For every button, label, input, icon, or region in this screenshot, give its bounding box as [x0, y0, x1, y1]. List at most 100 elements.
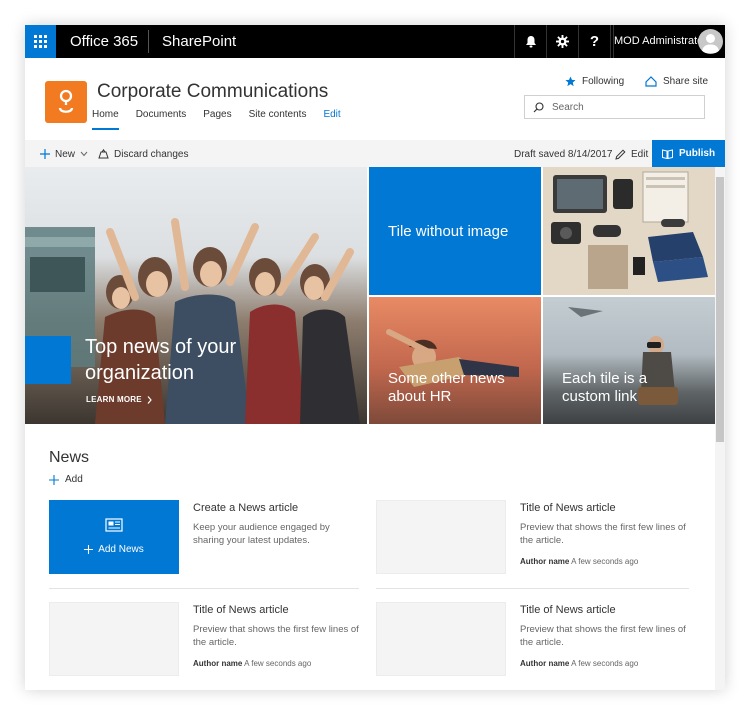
- news-article-preview: Preview that shows the first few lines o…: [193, 624, 359, 648]
- discard-label: Discard changes: [114, 148, 189, 160]
- suite-divider: [148, 30, 149, 53]
- following-button[interactable]: Following: [565, 76, 624, 87]
- page-scrollbar[interactable]: [715, 167, 725, 690]
- star-icon: [565, 76, 576, 87]
- plus-icon: [40, 149, 50, 159]
- news-article-title[interactable]: Title of News article: [520, 502, 690, 514]
- news-article-title[interactable]: Title of News article: [520, 604, 690, 616]
- nav-site-contents[interactable]: Site contents: [249, 107, 307, 127]
- add-label: Add: [65, 474, 83, 485]
- share-site-label: Share site: [663, 76, 709, 87]
- create-news-text: Create a News article Keep your audience…: [193, 502, 363, 547]
- command-bar: New Discard changes Draft saved 8/14/201…: [25, 140, 725, 168]
- avatar[interactable]: [698, 29, 723, 54]
- sharepoint-window: Office 365 SharePoint ? MOD Administrato…: [25, 25, 725, 690]
- create-news-heading[interactable]: Create a News article: [193, 502, 363, 514]
- learn-more-link[interactable]: LEARN MORE: [86, 395, 152, 404]
- book-icon: [661, 148, 673, 159]
- sharepoint-link[interactable]: SharePoint: [162, 25, 236, 58]
- news-article-card[interactable]: Title of News article Preview that shows…: [49, 602, 359, 682]
- new-button[interactable]: New: [40, 140, 88, 168]
- plus-icon: [49, 474, 59, 485]
- discard-changes-button[interactable]: Discard changes: [98, 140, 188, 168]
- news-thumbnail-placeholder: [376, 500, 506, 574]
- chevron-down-icon: [80, 151, 88, 157]
- learn-more-label: LEARN MORE: [86, 395, 142, 404]
- add-news-tile[interactable]: Add News: [49, 500, 179, 574]
- news-article-card[interactable]: Title of News article Preview that shows…: [376, 602, 686, 682]
- add-news-label: Add News: [98, 544, 144, 555]
- news-author: Author name: [193, 659, 243, 668]
- gear-icon: [556, 35, 569, 48]
- scrollbar-thumb[interactable]: [716, 177, 724, 442]
- news-article-card[interactable]: Title of News article Preview that shows…: [376, 500, 686, 580]
- tile-hr-title: Some other news about HR: [388, 370, 505, 405]
- draft-status: Draft saved 8/14/2017: [514, 148, 613, 160]
- news-thumbnail-placeholder: [376, 602, 506, 676]
- help-button[interactable]: ?: [578, 25, 610, 58]
- suite-bar: Office 365 SharePoint ? MOD Administrato…: [25, 25, 725, 58]
- site-title[interactable]: Corporate Communications: [97, 81, 328, 103]
- office365-link[interactable]: Office 365: [70, 25, 138, 58]
- news-article-title[interactable]: Title of News article: [193, 604, 363, 616]
- hero-tile-no-image[interactable]: Tile without image: [369, 167, 541, 295]
- news-article-preview: Preview that shows the first few lines o…: [520, 624, 686, 648]
- news-article-meta: Author name A few seconds ago: [520, 557, 690, 566]
- news-article-meta: Author name A few seconds ago: [520, 659, 690, 668]
- suite-divider: [610, 25, 611, 58]
- site-logo[interactable]: [45, 81, 87, 123]
- publish-button[interactable]: Publish: [652, 140, 725, 167]
- add-news-link[interactable]: Add: [49, 474, 83, 485]
- news-thumbnail-placeholder: [49, 602, 179, 676]
- news-divider: [49, 588, 359, 589]
- add-news-button[interactable]: Add News: [49, 544, 179, 555]
- news-section-title: News: [49, 449, 90, 466]
- hero-tile-custom-link[interactable]: Each tile is a custom link: [543, 297, 715, 424]
- person-icon: [701, 34, 720, 53]
- news-article-meta: Author name A few seconds ago: [193, 659, 363, 668]
- edit-button[interactable]: Edit: [615, 140, 648, 168]
- app-launcher-icon[interactable]: [25, 25, 56, 58]
- newspaper-icon: [105, 518, 123, 532]
- news-article-text: Title of News article Preview that shows…: [520, 502, 690, 566]
- settings-button[interactable]: [546, 25, 578, 58]
- create-news-description: Keep your audience engaged by sharing yo…: [193, 522, 330, 546]
- search-box[interactable]: Search: [524, 95, 705, 119]
- user-name[interactable]: MOD Administrator: [613, 25, 707, 58]
- news-author: Author name: [520, 659, 570, 668]
- search-icon: [533, 101, 544, 112]
- tile-custom-title: Each tile is a custom link: [562, 370, 648, 405]
- discard-icon: [98, 149, 109, 159]
- share-icon: [645, 76, 657, 87]
- publish-label: Publish: [678, 148, 716, 159]
- chevron-right-icon: [147, 395, 152, 404]
- create-news-card: Add News Create a News article Keep your…: [49, 500, 359, 580]
- hero-tile-flatlay[interactable]: [543, 167, 715, 295]
- share-site-button[interactable]: Share site: [645, 76, 708, 87]
- nav-edit-link[interactable]: Edit: [323, 107, 340, 127]
- following-label: Following: [582, 76, 625, 87]
- search-placeholder: Search: [552, 101, 584, 113]
- plus-icon: [84, 545, 94, 554]
- news-divider: [376, 588, 689, 589]
- news-article-text: Title of News article Preview that shows…: [520, 604, 690, 668]
- news-time: A few seconds ago: [244, 659, 312, 668]
- pencil-icon: [615, 148, 626, 160]
- hero-web-part: Top news of your organization LEARN MORE…: [25, 167, 715, 425]
- bell-icon: [525, 36, 536, 48]
- nav-pages[interactable]: Pages: [203, 107, 231, 127]
- hero-main-tile[interactable]: Top news of your organization LEARN MORE: [25, 167, 367, 424]
- flatlay-photo: [543, 167, 715, 295]
- site-logo-icon: [58, 89, 74, 113]
- news-author: Author name: [520, 557, 570, 566]
- hero-tile-hr[interactable]: Some other news about HR: [369, 297, 541, 424]
- news-time: A few seconds ago: [571, 659, 639, 668]
- news-article-text: Title of News article Preview that shows…: [193, 604, 363, 668]
- nav-documents[interactable]: Documents: [136, 107, 187, 127]
- nav-home[interactable]: Home: [92, 107, 119, 130]
- hero-accent-block: [25, 336, 71, 384]
- notifications-button[interactable]: [514, 25, 546, 58]
- news-time: A few seconds ago: [571, 557, 639, 566]
- hero-main-title[interactable]: Top news of your organization: [85, 334, 285, 386]
- tile-no-image-title: Tile without image: [388, 223, 509, 240]
